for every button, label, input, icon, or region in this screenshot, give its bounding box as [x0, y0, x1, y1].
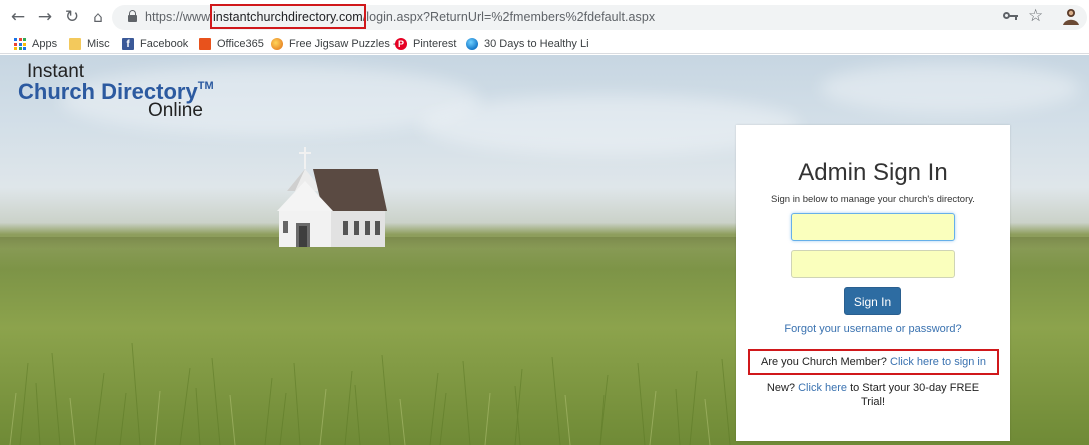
reload-icon[interactable]: ↻ [62, 7, 82, 27]
forward-arrow-icon[interactable]: → [35, 7, 55, 27]
bookmark-star-icon[interactable]: ☆ [1028, 6, 1043, 26]
bookmark-label: Office365 [217, 38, 264, 50]
bookmark-misc[interactable]: Misc [69, 36, 110, 52]
pinterest-icon: P [395, 38, 407, 50]
bookmark-label: 30 Days to Healthy Li [484, 38, 589, 50]
key-icon[interactable] [1003, 10, 1019, 22]
signin-subtitle: Sign in below to manage your church's di… [771, 194, 975, 205]
cloud [820, 63, 1080, 113]
bookmark-label: Free Jigsaw Puzzles - [289, 38, 397, 50]
url-domain-highlighted: instantchurchdirectory.com [212, 10, 363, 24]
bookmark-apps[interactable]: Apps [14, 36, 57, 52]
back-arrow-icon[interactable]: ← [8, 7, 28, 27]
logo-line3: Online [148, 100, 203, 121]
signin-card: Admin Sign In Sign in below to manage yo… [736, 125, 1010, 441]
free-trial-link[interactable]: Click here [798, 382, 847, 394]
bookmark-pinterest[interactable]: P Pinterest [395, 36, 456, 52]
signin-title: Admin Sign In [798, 159, 948, 186]
folder-icon [69, 38, 81, 50]
jigsaw-icon [271, 38, 283, 50]
browser-toolbar: ← → ↻ ⌂ https://www.instantchurchdirecto… [0, 0, 1089, 34]
url-text[interactable]: https://www.instantchurchdirectory.com/l… [145, 10, 655, 24]
sign-in-button[interactable]: Sign In [844, 287, 901, 315]
bookmark-facebook[interactable]: f Facebook [122, 36, 188, 52]
member-signin-link[interactable]: Click here to sign in [890, 356, 986, 368]
facebook-icon: f [122, 38, 134, 50]
church-member-callout: Are you Church Member? Click here to sig… [748, 349, 999, 375]
url-path: /login.aspx?ReturnUrl=%2fmembers%2fdefau… [362, 10, 656, 24]
new-trial-text: New? Click here to Start your 30-day FRE… [758, 381, 988, 409]
new-prefix: New? [766, 382, 796, 394]
member-prefix: Are you Church Member? [760, 356, 887, 368]
apps-grid-icon [14, 38, 26, 50]
office-icon [199, 38, 211, 50]
bookmark-label: Facebook [140, 38, 189, 50]
bookmark-office365[interactable]: Office365 [199, 36, 264, 52]
bookmark-jigsaw[interactable]: Free Jigsaw Puzzles - [271, 36, 397, 52]
home-icon[interactable]: ⌂ [88, 7, 108, 27]
username-input[interactable] [791, 213, 955, 241]
lock-icon[interactable] [128, 10, 137, 22]
login-page: Instant Church DirectoryTM Online Admin … [0, 55, 1089, 445]
church-illustration [277, 147, 387, 247]
trademark: TM [197, 80, 214, 92]
profile-avatar-icon[interactable] [1060, 6, 1082, 28]
bookmark-30-days[interactable]: 30 Days to Healthy Li [466, 36, 589, 52]
bookmark-label: Apps [32, 38, 58, 50]
url-prefix: https://www. [145, 10, 213, 24]
password-input[interactable] [791, 250, 955, 278]
bookmark-label: Pinterest [413, 38, 457, 50]
new-suffix: to Start your 30-day FREE Trial! [850, 382, 980, 408]
bookmarks-bar: Apps Misc f Facebook Office365 Free Jigs… [0, 34, 1089, 54]
forgot-password-link[interactable]: Forgot your username or password? [736, 323, 1010, 335]
globe-icon [466, 38, 478, 50]
bookmark-label: Misc [87, 38, 110, 50]
